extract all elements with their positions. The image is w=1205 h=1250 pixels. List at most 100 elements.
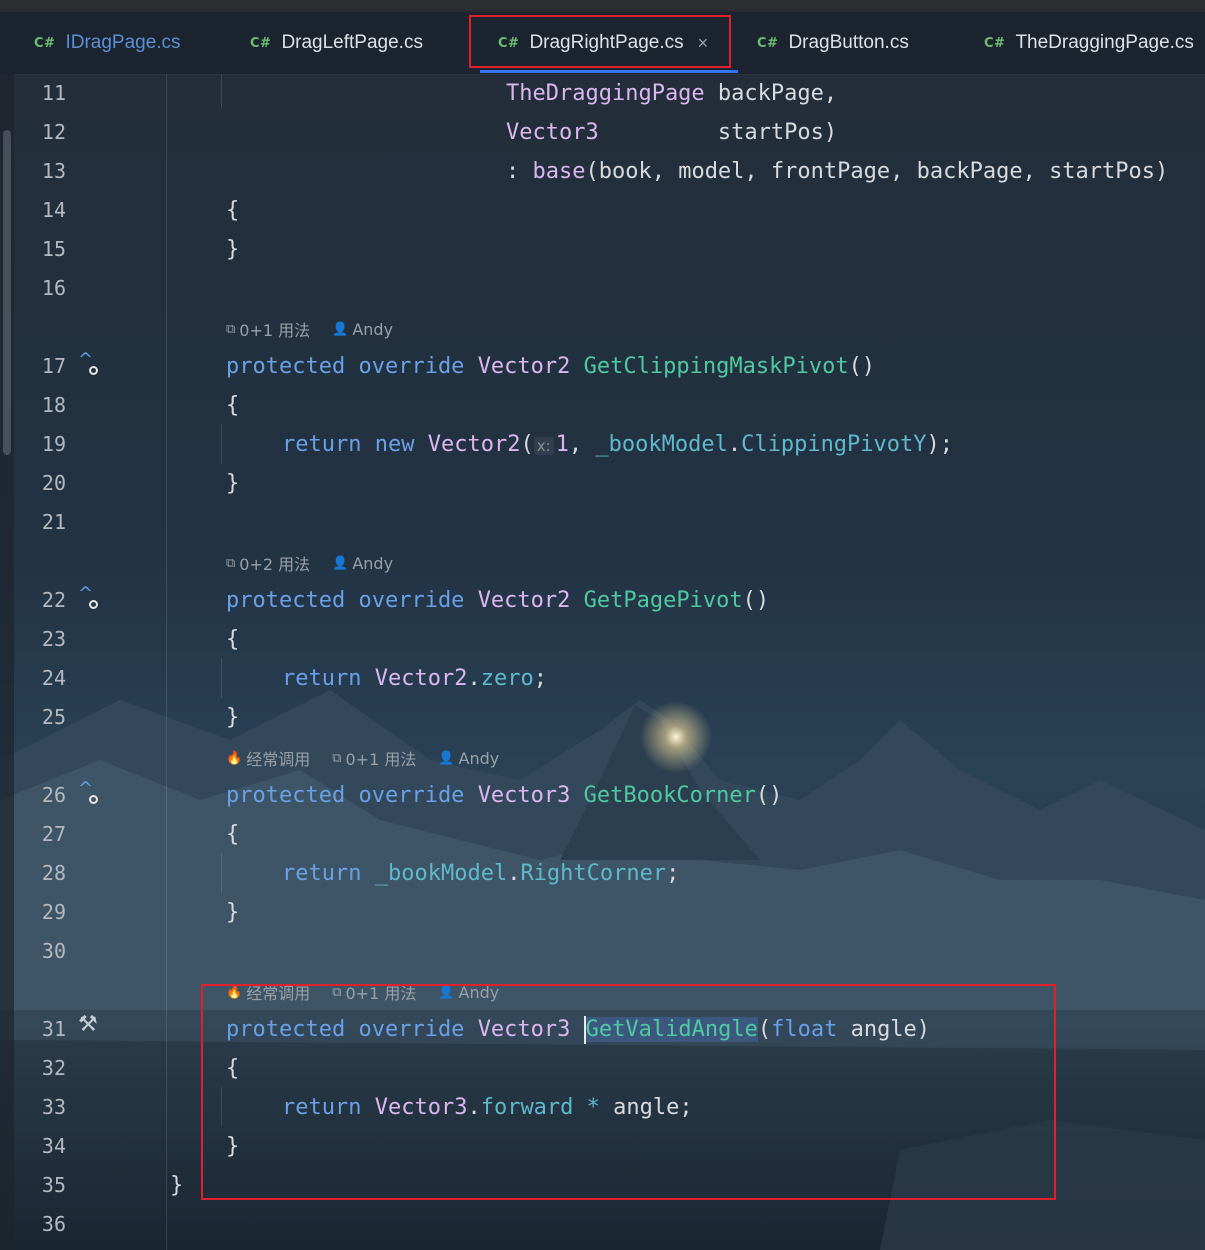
field-name: _bookModel xyxy=(374,861,508,886)
code-line-11[interactable]: 11 TheDraggingPage backPage, xyxy=(0,74,1205,113)
code-line-20[interactable]: 20 } xyxy=(0,464,1205,503)
line-number: 35 xyxy=(41,1173,66,1197)
usages-icon: ⧉ xyxy=(226,321,236,337)
author-link[interactable]: 👤 Andy xyxy=(332,554,393,573)
highlight-box-tab xyxy=(469,15,731,68)
tab-idragpage[interactable]: C# IDragPage.cs xyxy=(34,12,181,74)
line-number: 12 xyxy=(41,120,66,144)
highlight-box-code xyxy=(201,984,1056,1200)
tab-dragleftpage[interactable]: C# DragLeftPage.cs xyxy=(250,12,423,74)
keyword: protected xyxy=(226,588,346,613)
usages-link[interactable]: ⧉ 0+1 用法 xyxy=(332,746,416,770)
line-number: 15 xyxy=(41,237,66,261)
usages-text: 0+1 用法 xyxy=(239,321,311,340)
author-link[interactable]: 👤 Andy xyxy=(438,749,499,768)
code-line-23[interactable]: 23 { xyxy=(0,620,1205,659)
line-number: 14 xyxy=(41,198,66,222)
parameter-hint: x: xyxy=(533,437,554,455)
code-line-17[interactable]: 17 ^ protected override Vector2 GetClipp… xyxy=(0,347,1205,386)
code-text: () xyxy=(742,588,770,613)
code-text: () xyxy=(755,783,783,808)
usages-link[interactable]: ⧉ 0+2 用法 xyxy=(226,551,310,575)
line-number: 18 xyxy=(41,393,66,417)
type-name: Vector2 xyxy=(477,588,571,613)
line-number: 26 xyxy=(41,783,66,807)
user-icon: 👤 xyxy=(332,321,349,337)
line-number: 16 xyxy=(41,276,66,300)
hammer-icon[interactable]: ⚒ xyxy=(78,1012,98,1037)
code-line-22[interactable]: 22 ^ protected override Vector2 GetPageP… xyxy=(0,581,1205,620)
tab-label: DragButton.cs xyxy=(788,32,909,53)
code-text: } xyxy=(170,1173,184,1198)
usages-text: 0+2 用法 xyxy=(239,555,311,574)
author-text: Andy xyxy=(458,748,500,768)
implementation-circle-icon[interactable] xyxy=(89,366,98,375)
code-text: { xyxy=(226,627,240,652)
line-number: 22 xyxy=(41,588,66,612)
number-literal: 1 xyxy=(555,432,569,457)
method-name: GetBookCorner xyxy=(583,783,756,808)
keyword: return xyxy=(282,861,362,886)
tab-label: IDragPage.cs xyxy=(65,32,181,53)
tab-label: DragLeftPage.cs xyxy=(281,32,423,53)
line-number: 13 xyxy=(41,159,66,183)
code-line-27[interactable]: 27 { xyxy=(0,815,1205,854)
code-text: . xyxy=(727,432,742,457)
csharp-file-icon: C# xyxy=(34,35,56,51)
implementation-circle-icon[interactable] xyxy=(89,795,98,804)
type-name: TheDraggingPage xyxy=(506,81,705,106)
line-number: 31 xyxy=(41,1017,66,1041)
author-link[interactable]: 👤 Andy xyxy=(332,320,393,339)
tab-thedraggingpage[interactable]: C# TheDraggingPage.cs xyxy=(984,12,1194,74)
method-name: GetClippingMaskPivot xyxy=(583,354,849,379)
code-line-28[interactable]: 28 return _bookModel.RightCorner; xyxy=(0,854,1205,893)
csharp-file-icon: C# xyxy=(757,35,779,51)
code-line-14[interactable]: 14 { xyxy=(0,191,1205,230)
line-number: 34 xyxy=(41,1134,66,1158)
code-line-13[interactable]: 13 : base(book, model, frontPage, backPa… xyxy=(0,152,1205,191)
code-text: . xyxy=(467,666,481,691)
keyword: protected xyxy=(226,354,346,379)
type-name: Vector2 xyxy=(427,432,521,457)
user-icon: 👤 xyxy=(332,555,349,571)
active-tab-underline xyxy=(480,70,738,73)
code-text: , xyxy=(568,432,596,457)
code-line-25[interactable]: 25 } xyxy=(0,698,1205,737)
user-icon: 👤 xyxy=(438,750,455,766)
code-text: startPos) xyxy=(598,120,838,145)
code-text: ( xyxy=(520,432,534,457)
usages-link[interactable]: ⧉ 0+1 用法 xyxy=(226,317,310,341)
code-text: (book, model, frontPage, backPage, start… xyxy=(585,159,1169,184)
keyword: override xyxy=(358,588,465,613)
frequent-link[interactable]: 🔥 经常调用 xyxy=(226,746,310,770)
line-number: 19 xyxy=(41,432,66,456)
code-line-24[interactable]: 24 return Vector2.zero; xyxy=(0,659,1205,698)
field-name: _bookModel xyxy=(595,432,728,457)
code-text: . xyxy=(507,861,521,886)
code-line-19[interactable]: 19 return new Vector2(x: 1, _bookModel.Cl… xyxy=(0,425,1205,464)
code-vision-17: ⧉ 0+1 用法 👤 Andy xyxy=(226,316,415,342)
keyword: protected xyxy=(226,783,346,808)
keyword: new xyxy=(374,432,415,457)
code-line-30[interactable]: 30 xyxy=(0,932,1205,971)
type-name: Vector2 xyxy=(477,354,571,379)
property-name: zero xyxy=(480,666,534,691)
line-number: 25 xyxy=(41,705,66,729)
code-line-29[interactable]: 29 } xyxy=(0,893,1205,932)
code-line-36[interactable]: 36 xyxy=(0,1205,1205,1244)
tab-dragbutton[interactable]: C# DragButton.cs xyxy=(757,12,909,74)
csharp-file-icon: C# xyxy=(984,35,1006,51)
property-name: RightCorner xyxy=(520,861,667,886)
code-line-26[interactable]: 26 ^ protected override Vector3 GetBookC… xyxy=(0,776,1205,815)
code-line-16[interactable]: 16 xyxy=(0,269,1205,308)
code-line-12[interactable]: 12 Vector3 startPos) xyxy=(0,113,1205,152)
code-line-21[interactable]: 21 xyxy=(0,503,1205,542)
code-text: () xyxy=(848,354,876,379)
code-line-18[interactable]: 18 { xyxy=(0,386,1205,425)
keyword: override xyxy=(358,783,465,808)
line-number: 36 xyxy=(41,1212,66,1236)
implementation-circle-icon[interactable] xyxy=(89,600,98,609)
code-line-15[interactable]: 15 } xyxy=(0,230,1205,269)
keyword: return xyxy=(282,432,362,457)
type-name: Vector3 xyxy=(477,783,571,808)
